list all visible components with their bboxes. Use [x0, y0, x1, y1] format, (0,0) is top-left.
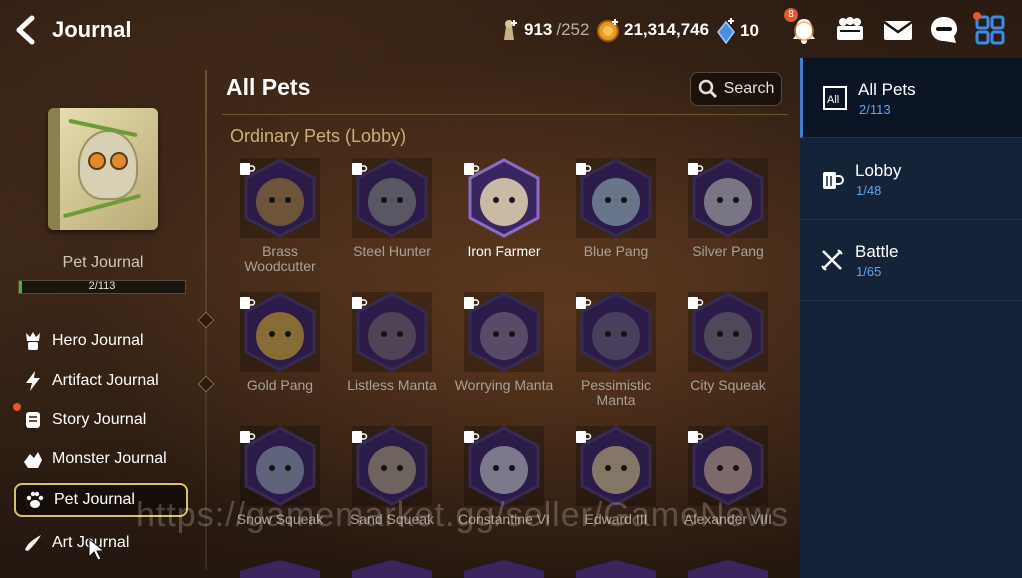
crystal-value: 10	[740, 21, 759, 40]
stamina-display[interactable]: 913/252	[498, 18, 589, 42]
lobby-mug-icon	[464, 431, 480, 443]
gold-coin-icon	[597, 19, 619, 42]
crystal-display[interactable]: 10	[716, 18, 759, 44]
tab-count: 1/65	[856, 264, 882, 279]
mug-icon	[823, 172, 844, 189]
lobby-mug-icon	[576, 163, 592, 175]
pet-card[interactable]: Blue Pang	[560, 158, 672, 276]
pet-card[interactable]: Pessimistic Manta	[560, 292, 672, 410]
page-title: Journal	[52, 17, 132, 42]
chat-icon[interactable]	[928, 14, 960, 46]
pet-name: Silver Pang	[692, 243, 764, 259]
title-divider	[222, 114, 788, 115]
back-arrow-icon[interactable]	[12, 14, 42, 46]
pet-name: Blue Pang	[583, 243, 649, 259]
hero-icon	[26, 332, 40, 350]
mouse-cursor-icon	[88, 538, 106, 561]
lobby-mug-icon	[688, 431, 704, 443]
tab-label: Battle	[855, 242, 899, 261]
watermark-text: https://gamemarket.gg/seller/GameNews	[136, 496, 790, 534]
tab-count: 1/48	[856, 183, 882, 198]
mail-icon[interactable]	[882, 14, 914, 46]
lobby-mug-icon	[240, 297, 256, 309]
pet-name: Brass Woodcutter	[244, 243, 316, 274]
pet-card[interactable]: Steel Hunter	[336, 158, 448, 276]
friends-icon[interactable]	[834, 14, 866, 46]
nav-label: Monster Journal	[52, 450, 167, 467]
nav-label: Artifact Journal	[52, 372, 159, 389]
crossed-swords-icon	[821, 249, 843, 271]
nav-monster-journal[interactable]: Monster Journal	[14, 442, 188, 476]
main-title: All Pets	[226, 74, 311, 100]
top-bar: Journal 913/252 21,314,746 10 8	[0, 0, 1022, 60]
paw-icon	[26, 491, 44, 508]
all-icon: All	[823, 86, 847, 110]
tab-battle[interactable]: Battle 1/65	[800, 220, 1022, 301]
lobby-mug-icon	[352, 431, 368, 443]
gold-value: 21,314,746	[624, 20, 710, 39]
tab-all-pets[interactable]: All All Pets 2/113	[800, 58, 1022, 138]
nav-artifact-journal[interactable]: Artifact Journal	[14, 364, 188, 398]
story-journal-alert-dot	[13, 403, 21, 411]
panel-divider	[197, 70, 215, 570]
search-button[interactable]: Search	[690, 72, 782, 106]
lobby-mug-icon	[688, 297, 704, 309]
lobby-mug-icon	[464, 297, 480, 309]
gold-display[interactable]: 21,314,746	[596, 18, 709, 42]
lobby-mug-icon	[576, 297, 592, 309]
nav-label: Story Journal	[52, 411, 147, 428]
pet-name: Listless Manta	[347, 377, 437, 393]
menu-alert-dot	[973, 12, 981, 20]
search-icon	[698, 79, 717, 99]
pet-name: Worrying Manta	[454, 377, 554, 393]
pet-card[interactable]: Listless Manta	[336, 292, 448, 410]
brush-icon	[25, 535, 41, 551]
pet-name: Steel Hunter	[353, 243, 431, 259]
lobby-mug-icon	[576, 431, 592, 443]
lobby-mug-icon	[688, 163, 704, 175]
lobby-mug-icon	[352, 297, 368, 309]
journal-progress-bar: 2/113	[18, 280, 186, 294]
pet-name: Iron Farmer	[467, 243, 541, 259]
journal-name: Pet Journal	[62, 254, 144, 271]
lightning-icon	[26, 371, 40, 391]
owl-emblem	[78, 130, 138, 200]
crystal-icon	[717, 18, 735, 44]
journal-progress-text: 2/113	[88, 280, 116, 292]
nav-label: Hero Journal	[52, 332, 144, 349]
pet-card[interactable]: Worrying Manta	[448, 292, 560, 410]
pet-card[interactable]: Brass Woodcutter	[224, 158, 336, 276]
stamina-max: /252	[556, 20, 590, 39]
pet-name: Gold Pang	[246, 377, 314, 393]
category-panel: All All Pets 2/113 Lobby 1/48 Battle 1/6…	[800, 58, 1022, 578]
pet-name: City Squeak	[690, 377, 766, 393]
monster-icon	[24, 452, 42, 468]
notification-bell-icon[interactable]: 8	[784, 8, 820, 46]
stamina-icon	[504, 20, 517, 40]
pet-card[interactable]: Iron Farmer	[448, 158, 560, 276]
pet-card[interactable]: City Squeak	[672, 292, 784, 410]
pet-card[interactable]: Silver Pang	[672, 158, 784, 276]
pet-name: Pessimistic Manta	[580, 377, 651, 408]
lobby-mug-icon	[240, 431, 256, 443]
tab-label: Lobby	[855, 161, 902, 180]
section-title: Ordinary Pets (Lobby)	[230, 126, 407, 146]
pet-card[interactable]: Gold Pang	[224, 292, 336, 410]
nav-hero-journal[interactable]: Hero Journal	[14, 324, 188, 358]
lobby-mug-icon	[352, 163, 368, 175]
nav-label: Pet Journal	[54, 491, 135, 508]
pet-journal-book-image	[48, 108, 158, 230]
tab-lobby[interactable]: Lobby 1/48	[800, 139, 1022, 220]
scroll-icon	[26, 412, 40, 428]
search-label: Search	[723, 80, 775, 97]
tab-label: All Pets	[858, 80, 916, 99]
nav-story-journal[interactable]: Story Journal	[14, 403, 188, 437]
lobby-mug-icon	[464, 163, 480, 175]
tab-count: 2/113	[859, 102, 891, 117]
stamina-value: 913	[524, 20, 553, 39]
lobby-mug-icon	[240, 163, 256, 175]
notification-count: 8	[784, 8, 798, 22]
svg-text:All: All	[827, 94, 839, 106]
